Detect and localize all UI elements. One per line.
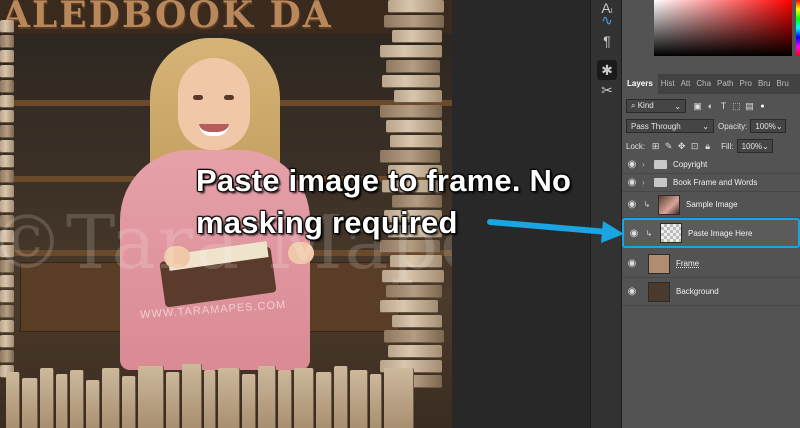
- layer-filter-row: ⌕ Kind ⌄ ▣ ◐ T ⬚ ▤ ●: [622, 96, 800, 116]
- chevron-down-icon: ⌄: [775, 121, 783, 131]
- tab-brushes[interactable]: Bru: [755, 74, 773, 94]
- layers-list: ◉ › Copyright ◉ › Book Frame and Words ◉…: [622, 156, 800, 428]
- blend-mode-value: Pass Through: [631, 121, 681, 131]
- lock-artboard-icon[interactable]: ⊡: [689, 141, 700, 152]
- color-field[interactable]: [654, 0, 792, 56]
- search-icon: ⌕: [631, 101, 636, 110]
- layer-thumbnail: [658, 194, 680, 215]
- opacity-label: Opacity:: [718, 121, 748, 131]
- callout-line-2: masking required: [196, 205, 458, 240]
- smart-object-filter-icon[interactable]: ▤: [744, 101, 755, 112]
- visibility-eye-icon[interactable]: ◉: [622, 286, 642, 297]
- tab-attributes[interactable]: Att: [678, 74, 694, 94]
- tab-paths[interactable]: Path: [714, 74, 736, 94]
- clipping-mask-icon: ↳: [643, 200, 651, 209]
- layer-row-copyright[interactable]: ◉ › Copyright: [622, 156, 800, 174]
- visibility-eye-icon[interactable]: ◉: [622, 159, 642, 170]
- left-book-stack: [0, 20, 14, 378]
- callout-line-1: Paste image to frame. No: [196, 163, 572, 198]
- hue-slider[interactable]: [796, 0, 800, 56]
- chevron-down-icon: ⌄: [762, 141, 769, 151]
- lock-row: Lock: ⊞ ✎ ✥ ⊡ 🔒︎ Fill: 100% ⌄: [622, 136, 800, 156]
- kind-filter-dropdown[interactable]: ⌕ Kind ⌄: [626, 99, 686, 113]
- folder-icon: [654, 160, 667, 169]
- blend-mode-dropdown[interactable]: Pass Through ⌄: [626, 119, 714, 133]
- kind-label: Kind: [637, 101, 654, 110]
- paragraph-icon[interactable]: ¶: [597, 31, 617, 51]
- visibility-eye-icon[interactable]: ◉: [622, 199, 642, 210]
- color-picker-panel: [622, 0, 800, 70]
- tab-brush-settings[interactable]: Bru: [773, 74, 791, 94]
- shape-filter-icon[interactable]: ⬚: [731, 101, 742, 112]
- layer-row-frame[interactable]: ◉ Frame: [622, 250, 800, 278]
- eye: [224, 95, 234, 100]
- opacity-field[interactable]: 100% ⌄: [750, 119, 787, 133]
- fill-value: 100%: [741, 141, 763, 151]
- fill-field[interactable]: 100% ⌄: [736, 139, 773, 153]
- layers-3d-icon[interactable]: ✱: [597, 60, 617, 80]
- panel-tabs: Layers Hist Att Cha Path Pro Bru Bru: [622, 74, 800, 94]
- visibility-eye-icon[interactable]: ◉: [622, 258, 642, 269]
- layer-name: Book Frame and Words: [673, 178, 758, 187]
- layer-row-background[interactable]: ◉ Background: [622, 278, 800, 306]
- folder-icon: [654, 178, 667, 187]
- girl-face: [178, 58, 250, 150]
- fill-label: Fill:: [721, 141, 734, 151]
- adjustment-filter-icon[interactable]: ◐: [705, 101, 716, 112]
- type-filter-icon[interactable]: T: [718, 101, 729, 112]
- transparent-thumbnail: [660, 223, 682, 243]
- pixel-filter-icon[interactable]: ▣: [692, 101, 703, 112]
- bottom-book-row: [0, 356, 452, 428]
- layer-row-book-frame[interactable]: ◉ › Book Frame and Words: [622, 174, 800, 192]
- lock-position-icon[interactable]: ✥: [676, 141, 687, 152]
- tab-layers[interactable]: Layers: [622, 74, 658, 94]
- right-panels: Layers Hist Att Cha Path Pro Bru Bru ⌕ K…: [622, 0, 800, 428]
- layer-name: Copyright: [673, 160, 708, 169]
- lock-pixels-icon[interactable]: ✎: [663, 141, 674, 152]
- chevron-right-icon[interactable]: ›: [642, 178, 650, 187]
- tools-icon[interactable]: ✂: [597, 80, 617, 100]
- visibility-eye-icon[interactable]: ◉: [622, 177, 642, 188]
- chevron-down-icon: ⌄: [702, 121, 709, 131]
- layer-name: Background: [676, 287, 719, 296]
- tab-properties[interactable]: Pro: [737, 74, 755, 94]
- visibility-eye-icon[interactable]: ◉: [624, 228, 644, 239]
- instruction-callout: Paste image to frame. No masking require…: [196, 160, 616, 244]
- clipping-mask-icon: ↳: [645, 228, 653, 238]
- lock-all-icon[interactable]: 🔒︎: [702, 141, 713, 152]
- layer-row-paste-image-here[interactable]: ◉ ↳ Paste Image Here: [622, 218, 800, 248]
- opacity-value: 100%: [755, 121, 776, 131]
- lock-label: Lock:: [626, 141, 646, 151]
- filter-toggle-icon[interactable]: ●: [757, 101, 768, 112]
- layer-name: Frame: [676, 259, 700, 268]
- lock-transparency-icon[interactable]: ⊞: [650, 141, 661, 152]
- layer-thumbnail: [648, 253, 670, 274]
- eye: [193, 95, 203, 100]
- tab-history[interactable]: Hist: [658, 74, 678, 94]
- blend-row: Pass Through ⌄ Opacity: 100% ⌄: [622, 116, 800, 136]
- tab-channels[interactable]: Cha: [693, 74, 714, 94]
- layer-thumbnail: [648, 281, 670, 302]
- chevron-down-icon: ⌄: [674, 101, 681, 111]
- layer-name: Sample Image: [686, 200, 738, 209]
- layer-name: Paste Image Here: [688, 228, 753, 238]
- layer-row-sample-image[interactable]: ◉ ↳ Sample Image: [622, 192, 800, 218]
- curve-icon[interactable]: ∿: [597, 10, 617, 30]
- banner-lettering: ALEDBOOK DA: [2, 0, 333, 36]
- chevron-right-icon[interactable]: ›: [642, 160, 650, 169]
